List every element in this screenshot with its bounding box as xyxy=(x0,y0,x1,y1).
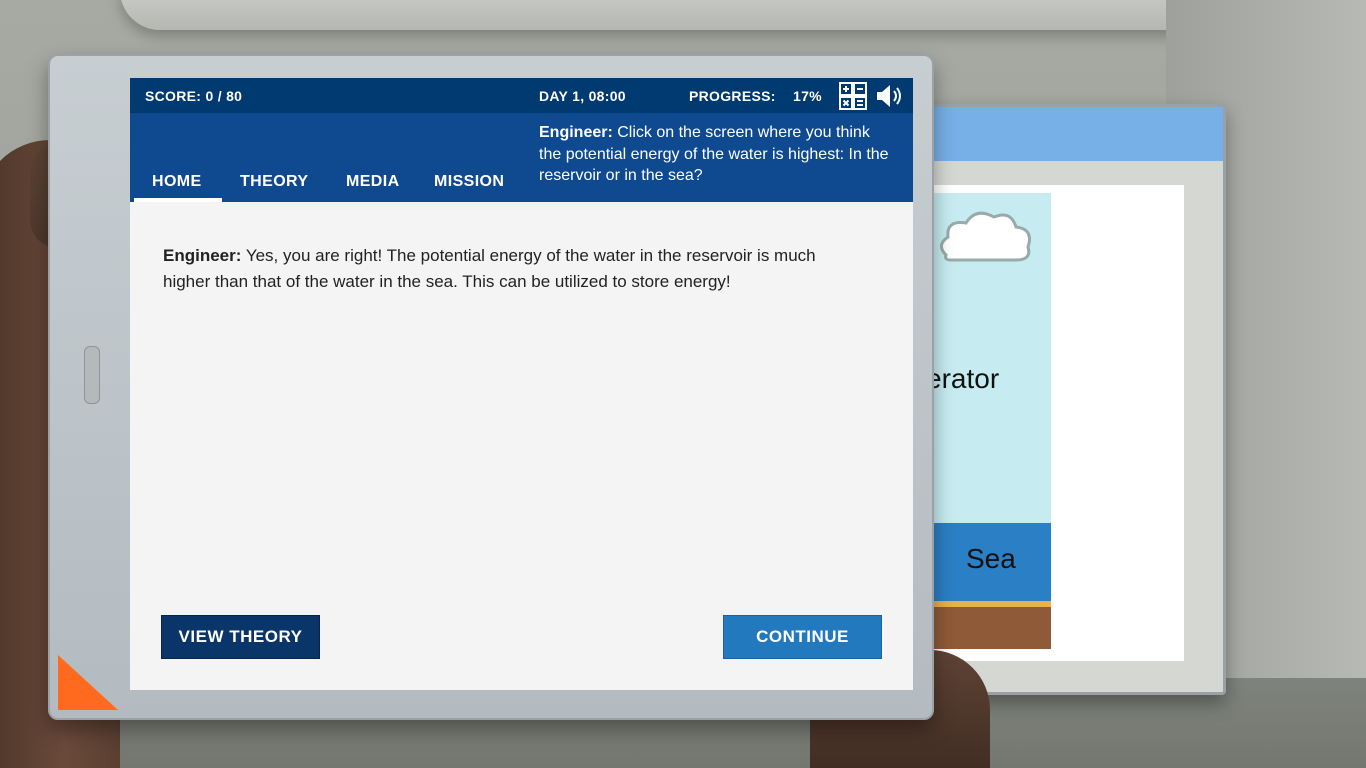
tab-home[interactable]: HOME xyxy=(152,173,202,191)
calculator-icon[interactable] xyxy=(839,82,867,110)
reservoir-diagram[interactable]: erator Sea xyxy=(926,193,1051,649)
day-time-text: DAY 1, 08:00 xyxy=(539,88,626,104)
background-monitor[interactable]: erator Sea xyxy=(905,104,1226,695)
message-text: Yes, you are right! The potential energy… xyxy=(163,246,816,291)
cloud-icon xyxy=(940,211,1031,262)
tablet-speaker-grille xyxy=(84,346,100,404)
ceiling-light xyxy=(120,0,1260,30)
mission-hint: Engineer: Click on the screen where you … xyxy=(539,122,889,187)
progress-label: PROGRESS: xyxy=(689,88,776,104)
generator-label: erator xyxy=(926,363,1000,394)
hint-speaker: Engineer: xyxy=(539,124,613,141)
dialogue-message: Engineer: Yes, you are right! The potent… xyxy=(163,243,863,294)
tab-media[interactable]: MEDIA xyxy=(346,173,400,191)
tablet-corner-accent xyxy=(58,655,118,710)
active-tab-indicator xyxy=(134,198,222,202)
progress-value: 17% xyxy=(793,88,822,104)
status-bar: SCORE: 0 / 80 DAY 1, 08:00 PROGRESS: 17% xyxy=(130,78,913,113)
monitor-screen[interactable]: erator Sea xyxy=(926,185,1184,661)
speaker-icon[interactable] xyxy=(875,83,903,109)
sea-label: Sea xyxy=(966,543,1016,574)
nav-bar: HOME THEORY MEDIA MISSION Engineer: Clic… xyxy=(130,113,913,202)
continue-button[interactable]: CONTINUE xyxy=(723,615,882,659)
monitor-title-bar xyxy=(908,107,1223,161)
view-theory-button[interactable]: VIEW THEORY xyxy=(161,615,320,659)
tablet-screen: SCORE: 0 / 80 DAY 1, 08:00 PROGRESS: 17%… xyxy=(130,78,913,690)
tab-theory[interactable]: THEORY xyxy=(240,173,308,191)
score-text: SCORE: 0 / 80 xyxy=(145,88,243,104)
ground xyxy=(926,601,1051,649)
tab-mission[interactable]: MISSION xyxy=(434,173,504,191)
message-speaker: Engineer: xyxy=(163,246,242,265)
sea-area[interactable]: Sea xyxy=(926,523,1051,601)
